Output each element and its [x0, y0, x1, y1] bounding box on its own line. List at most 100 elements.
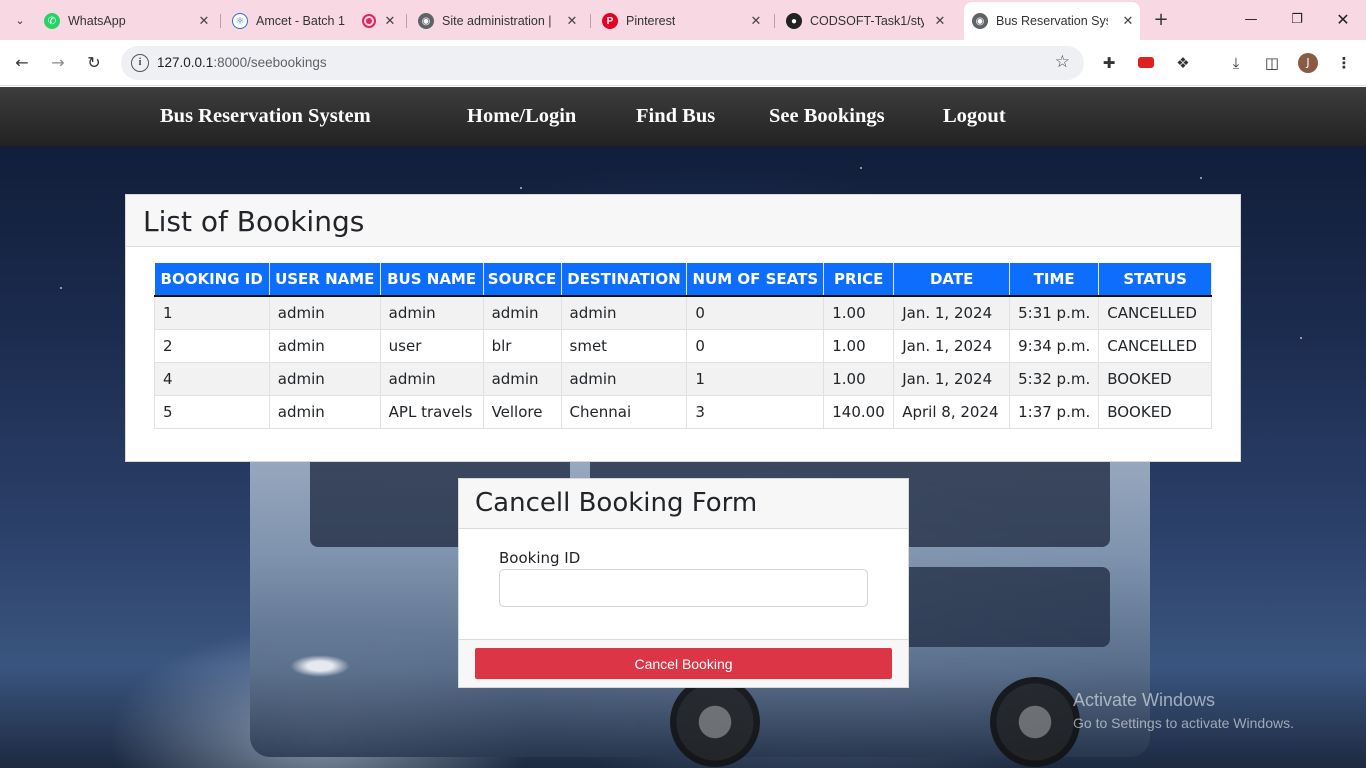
- cell-booking-id: 2: [154, 328, 270, 363]
- back-icon[interactable]: ←: [10, 51, 34, 75]
- booking-id-label: Booking ID: [499, 549, 581, 567]
- cell-status: CANCELLED: [1098, 295, 1212, 330]
- bookings-card-header: List of Bookings: [126, 195, 1240, 247]
- cell-booking-id: 1: [154, 295, 270, 330]
- globe-icon: ◉: [418, 13, 434, 29]
- cell-destination: admin: [560, 361, 688, 396]
- column-header: DATE: [893, 263, 1011, 297]
- tab-bus-reservation[interactable]: ◉ Bus Reservation Syste ✕: [964, 2, 1140, 40]
- tab-github[interactable]: ● CODSOFT-Task1/style ✕: [786, 6, 952, 36]
- move-icon[interactable]: ✚: [1098, 52, 1120, 74]
- close-tab-icon[interactable]: ✕: [932, 13, 948, 29]
- site-info-icon[interactable]: i: [131, 54, 149, 72]
- cell-user-name: admin: [268, 295, 381, 330]
- tab-amcet[interactable]: ⚛ Amcet - Batch 1 - ✕: [232, 6, 402, 36]
- cell-time: 9:34 p.m.: [1009, 328, 1100, 363]
- column-header: SOURCE: [483, 263, 562, 297]
- tab-site-administration[interactable]: ◉ Site administration | D ✕: [418, 6, 584, 36]
- close-tab-icon[interactable]: ✕: [196, 13, 212, 29]
- brand-link[interactable]: Bus Reservation System: [160, 105, 371, 128]
- tab-title: Site administration | D: [442, 14, 556, 28]
- cell-time: 5:32 p.m.: [1009, 361, 1100, 396]
- menu-icon[interactable]: ⋮: [1333, 52, 1355, 74]
- new-tab-icon[interactable]: +: [1151, 10, 1171, 30]
- cell-num-seats: 1: [686, 361, 825, 396]
- close-tab-icon[interactable]: ✕: [1120, 13, 1136, 29]
- forward-icon[interactable]: →: [46, 51, 70, 75]
- tab-separator: [774, 14, 775, 28]
- column-header: NUM OF SEATS: [686, 263, 825, 297]
- tab-pinterest[interactable]: P Pinterest ✕: [602, 6, 768, 36]
- cancel-booking-button[interactable]: Cancel Booking: [475, 648, 892, 679]
- bus-headlight: [290, 655, 350, 677]
- profile-avatar[interactable]: J: [1298, 53, 1318, 73]
- cell-time: 5:31 p.m.: [1009, 295, 1100, 330]
- cell-bus-name: user: [379, 328, 484, 363]
- close-window-icon[interactable]: ✕: [1328, 8, 1358, 32]
- activate-windows-subtitle: Go to Settings to activate Windows.: [1073, 715, 1294, 731]
- bookings-title: List of Bookings: [143, 205, 365, 238]
- cell-price: 1.00: [823, 295, 895, 330]
- cell-time: 1:37 p.m.: [1009, 394, 1100, 429]
- cell-date: April 8, 2024: [893, 394, 1011, 429]
- globe-icon: ◉: [972, 13, 988, 29]
- column-header: TIME: [1009, 263, 1100, 297]
- nav-see-bookings[interactable]: See Bookings: [769, 105, 885, 128]
- close-tab-icon[interactable]: ✕: [382, 13, 398, 29]
- tab-title: WhatsApp: [68, 14, 126, 28]
- cell-status: BOOKED: [1098, 361, 1212, 396]
- table-header-row: BOOKING ID USER NAME BUS NAME SOURCE DES…: [154, 263, 1212, 297]
- column-header: STATUS: [1098, 263, 1212, 297]
- cell-date: Jan. 1, 2024: [893, 361, 1011, 396]
- youtube-extension-icon[interactable]: [1135, 52, 1157, 74]
- bookmark-star-icon[interactable]: ☆: [1055, 52, 1070, 72]
- cell-user-name: admin: [268, 394, 381, 429]
- cell-date: Jan. 1, 2024: [893, 295, 1011, 330]
- tab-whatsapp[interactable]: ✆ WhatsApp ✕: [44, 6, 216, 36]
- url-text: 127.0.0.1:8000/seebookings: [157, 55, 327, 70]
- address-bar[interactable]: i 127.0.0.1:8000/seebookings ☆: [121, 46, 1084, 80]
- side-panel-icon[interactable]: ◫: [1261, 52, 1283, 74]
- cell-bus-name: admin: [379, 361, 484, 396]
- restore-icon[interactable]: ❐: [1282, 8, 1312, 32]
- bookings-card: List of Bookings BOOKING ID USER NAME BU…: [125, 194, 1241, 462]
- cell-num-seats: 3: [686, 394, 825, 429]
- reload-icon[interactable]: ↻: [82, 51, 106, 75]
- tab-title: Bus Reservation Syste: [996, 14, 1108, 28]
- nav-home-login[interactable]: Home/Login: [467, 105, 576, 128]
- table-row: 4 admin admin admin admin 1 1.00 Jan. 1,…: [154, 361, 1212, 396]
- cell-booking-id: 4: [154, 361, 270, 396]
- cell-status: BOOKED: [1098, 394, 1212, 429]
- cancel-booking-card: Cancell Booking Form Booking ID Cancel B…: [458, 478, 909, 688]
- nav-logout[interactable]: Logout: [943, 105, 1006, 128]
- atom-icon: ⚛: [232, 13, 248, 29]
- bus-wheel: [990, 677, 1080, 767]
- cell-num-seats: 0: [686, 328, 825, 363]
- cell-bus-name: admin: [379, 295, 484, 330]
- tab-title: CODSOFT-Task1/style: [810, 14, 924, 28]
- cell-source: Vellore: [482, 394, 562, 429]
- cell-price: 140.00: [823, 394, 895, 429]
- extensions-icon[interactable]: ❖: [1172, 52, 1194, 74]
- activate-windows-title: Activate Windows: [1073, 690, 1216, 710]
- cell-price: 1.00: [823, 328, 895, 363]
- cell-user-name: admin: [268, 328, 381, 363]
- tab-search-icon[interactable]: ⌄: [8, 8, 32, 32]
- bus-wheel: [670, 677, 760, 767]
- cell-date: Jan. 1, 2024: [893, 328, 1011, 363]
- page-background: Bus Reservation System Home/Login Find B…: [0, 87, 1366, 768]
- nav-find-bus[interactable]: Find Bus: [636, 105, 715, 128]
- minimize-icon[interactable]: —: [1236, 8, 1266, 32]
- column-header: PRICE: [823, 263, 895, 297]
- download-icon[interactable]: ⤓: [1225, 52, 1247, 74]
- cell-destination: admin: [560, 295, 688, 330]
- recording-icon: [362, 14, 376, 28]
- browser-tab-strip: ⌄ ✆ WhatsApp ✕ ⚛ Amcet - Batch 1 - ✕ ◉ S…: [0, 0, 1366, 40]
- booking-id-input[interactable]: [499, 569, 868, 607]
- close-tab-icon[interactable]: ✕: [748, 13, 764, 29]
- cell-destination: Chennai: [560, 394, 688, 429]
- close-tab-icon[interactable]: ✕: [564, 13, 580, 29]
- tab-separator: [406, 14, 407, 28]
- site-navbar: Bus Reservation System Home/Login Find B…: [0, 87, 1366, 146]
- github-icon: ●: [786, 13, 802, 29]
